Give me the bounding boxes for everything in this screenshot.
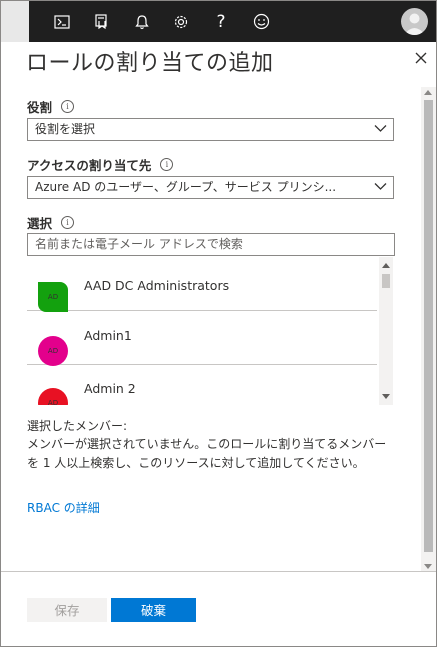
chevron-down-icon bbox=[374, 183, 387, 190]
scroll-up-icon[interactable] bbox=[382, 263, 390, 268]
feedback-icon[interactable] bbox=[242, 1, 280, 42]
selected-members-description: メンバーが選択されていません。このロールに割り当てるメンバーを 1 人以上検索し… bbox=[27, 437, 387, 470]
role-select-placeholder: 役割を選択 bbox=[35, 122, 96, 136]
discard-button[interactable]: 破棄 bbox=[111, 598, 196, 622]
info-icon[interactable]: i bbox=[61, 100, 75, 113]
cloud-shell-icon[interactable] bbox=[43, 1, 81, 42]
directory-filter-icon[interactable] bbox=[83, 1, 121, 42]
close-icon bbox=[415, 52, 427, 64]
select-label: 選択 bbox=[27, 216, 53, 231]
help-icon[interactable]: ? bbox=[202, 1, 240, 42]
selected-members-heading: 選択したメンバー: bbox=[27, 419, 128, 433]
list-item[interactable]: AD Admin1 bbox=[27, 311, 377, 366]
list-item[interactable]: AD Admin 2 bbox=[27, 365, 377, 405]
avatar: AD bbox=[38, 336, 68, 366]
list-item[interactable]: AD AAD DC Administrators bbox=[27, 257, 377, 312]
scroll-down-icon[interactable] bbox=[382, 394, 390, 399]
member-search-placeholder: 名前または電子メール アドレスで検索 bbox=[35, 237, 243, 251]
top-bar: ? bbox=[1, 1, 436, 42]
member-list-scrollbar[interactable] bbox=[379, 257, 393, 405]
assign-access-label-row: アクセスの割り当て先 i bbox=[27, 155, 174, 174]
panel-scrollbar[interactable] bbox=[421, 87, 436, 572]
avatar: AD bbox=[38, 388, 68, 405]
rbac-details-link[interactable]: RBAC の詳細 bbox=[27, 499, 100, 516]
scroll-up-icon[interactable] bbox=[424, 90, 432, 95]
role-label: 役割 bbox=[27, 100, 53, 115]
settings-icon[interactable] bbox=[162, 1, 200, 42]
role-label-row: 役割 i bbox=[27, 97, 75, 116]
topbar-left-panel[interactable] bbox=[1, 1, 29, 42]
member-name: Admin 2 bbox=[84, 381, 136, 396]
footer-divider bbox=[1, 571, 436, 572]
user-avatar[interactable] bbox=[401, 8, 428, 35]
assign-access-label: アクセスの割り当て先 bbox=[27, 158, 152, 173]
app-frame: ? ロールの割り当ての追加 役割 i 役割を選択 アクセスの割り当て先 i Az… bbox=[0, 0, 437, 647]
scrollbar-thumb[interactable] bbox=[424, 100, 433, 552]
role-select[interactable]: 役割を選択 bbox=[27, 118, 394, 141]
info-icon[interactable]: i bbox=[160, 158, 174, 171]
member-name: AAD DC Administrators bbox=[84, 278, 230, 293]
save-button[interactable]: 保存 bbox=[27, 598, 107, 622]
notifications-icon[interactable] bbox=[123, 1, 161, 42]
close-button[interactable] bbox=[410, 47, 432, 69]
select-label-row: 選択 i bbox=[27, 213, 75, 232]
member-name: Admin1 bbox=[84, 328, 132, 343]
scroll-down-icon[interactable] bbox=[424, 564, 432, 569]
chevron-down-icon bbox=[374, 125, 387, 132]
avatar: AD bbox=[38, 282, 68, 312]
assign-access-select[interactable]: Azure AD のユーザー、グループ、サービス プリンシ... bbox=[27, 176, 394, 199]
info-icon[interactable]: i bbox=[61, 216, 75, 229]
scrollbar-thumb[interactable] bbox=[382, 274, 390, 288]
assign-access-value: Azure AD のユーザー、グループ、サービス プリンシ... bbox=[35, 180, 337, 194]
add-role-assignment-panel: ロールの割り当ての追加 役割 i 役割を選択 アクセスの割り当て先 i Azur… bbox=[1, 42, 436, 646]
member-list: AD AAD DC Administrators AD Admin1 AD Ad… bbox=[27, 257, 395, 405]
panel-title: ロールの割り当ての追加 bbox=[26, 51, 274, 76]
member-search-input[interactable]: 名前または電子メール アドレスで検索 bbox=[27, 233, 395, 256]
